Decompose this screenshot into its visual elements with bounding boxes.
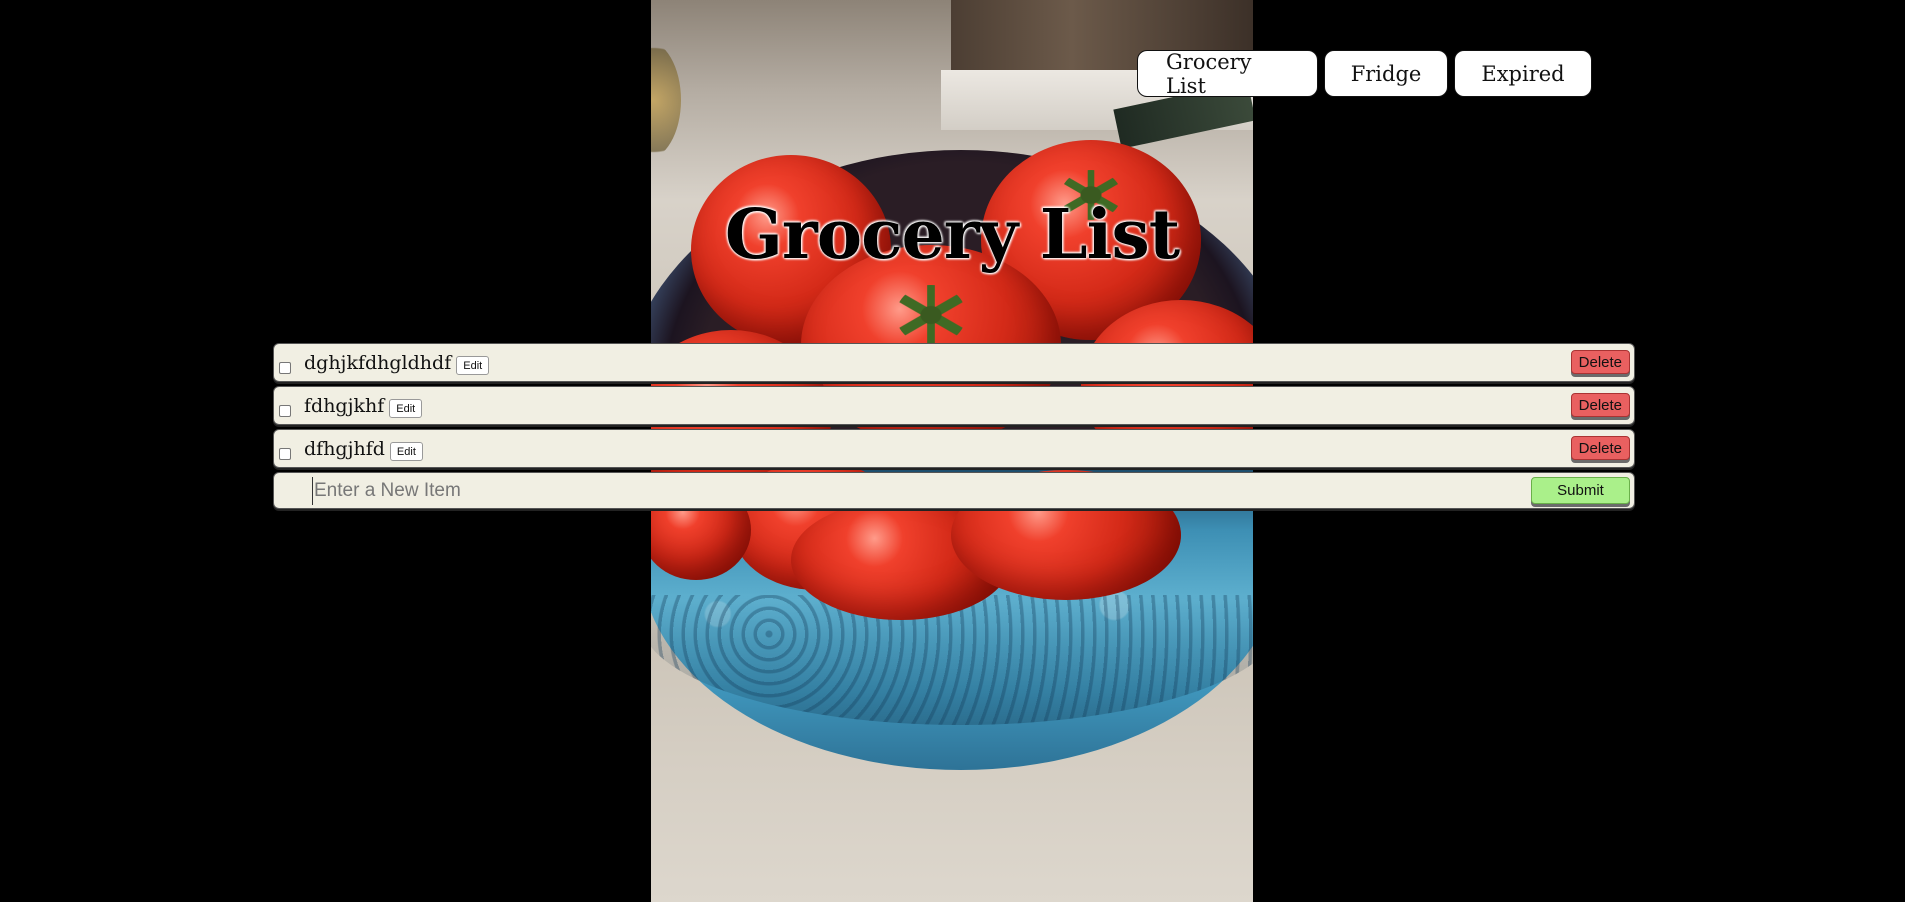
list-item: dghjkfdhgldhdf Edit Delete [273, 343, 1635, 382]
app-window: Grocery List Fridge Expired Grocery List… [0, 0, 1905, 902]
item-name: fdhgjkhf [304, 394, 385, 417]
new-item-input[interactable] [312, 476, 1496, 505]
item-checkbox[interactable] [279, 404, 291, 417]
item-checkbox[interactable] [279, 447, 291, 460]
edit-button[interactable]: Edit [456, 356, 490, 375]
nav-tabs: Grocery List Fridge Expired [1137, 50, 1592, 98]
list-item: dfhgjhfd Edit Delete [273, 429, 1635, 468]
submit-button[interactable]: Submit [1531, 477, 1630, 504]
tab-grocery-list[interactable]: Grocery List [1137, 50, 1318, 98]
tab-expired[interactable]: Expired [1454, 50, 1592, 97]
item-name: dghjkfdhgldhdf [304, 351, 452, 374]
delete-button[interactable]: Delete [1570, 436, 1630, 460]
tab-fridge[interactable]: Fridge [1324, 50, 1448, 97]
item-checkbox[interactable] [279, 361, 291, 374]
page-title: Grocery List [724, 195, 1180, 275]
grocery-list: dghjkfdhgldhdf Edit Delete fdhgjkhf Edit… [273, 343, 1635, 513]
new-item-row: Submit [273, 472, 1635, 509]
edit-button[interactable]: Edit [389, 442, 423, 461]
item-name: dfhgjhfd [304, 437, 385, 460]
delete-button[interactable]: Delete [1570, 350, 1630, 374]
delete-button[interactable]: Delete [1570, 393, 1630, 417]
list-item: fdhgjkhf Edit Delete [273, 386, 1635, 425]
edit-button[interactable]: Edit [389, 399, 423, 418]
